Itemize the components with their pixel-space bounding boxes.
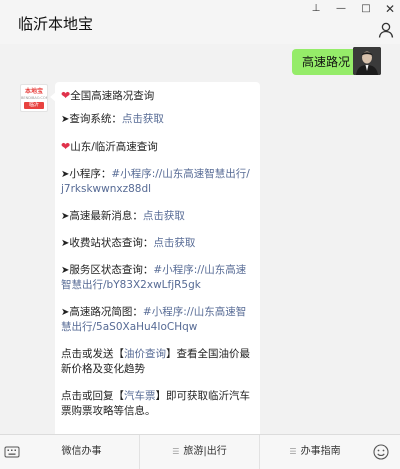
bottom-menu: 微信办事 ☰ 旅游|出行 ☰ 办事指南 xyxy=(0,434,400,469)
keyboard-icon[interactable] xyxy=(0,435,24,469)
line-label: 小程序： xyxy=(69,168,112,180)
link-query-system[interactable]: 点击获取 xyxy=(122,113,164,125)
link-bus-ticket[interactable]: 汽车票 xyxy=(124,390,156,402)
logo-badge: 临沂 xyxy=(24,102,44,109)
message-line: ❤全国高速路况查询 xyxy=(61,88,252,104)
link-oil-price[interactable]: 油价查询 xyxy=(124,348,166,360)
message-line: 点击或回复【汽车票】即可获取临沂汽车票购票攻略等信息。 xyxy=(61,389,252,419)
link-toll-status[interactable]: 点击获取 xyxy=(153,237,195,249)
submenu-icon: ☰ xyxy=(289,447,297,456)
menu-guide[interactable]: ☰ 办事指南 xyxy=(259,435,370,469)
link-latest-news[interactable]: 点击获取 xyxy=(143,210,185,222)
message-line: ➤高速路况简图：#小程序://山东高速智慧出行/5aS0XaHu4IoCHqw xyxy=(61,305,252,335)
menu-label: 旅游|出行 xyxy=(183,446,227,457)
line-label: 高速最新消息： xyxy=(69,210,143,222)
menu-label: 微信办事 xyxy=(61,446,102,457)
close-icon[interactable]: ✕ xyxy=(379,2,400,16)
line-label: 收费站状态查询： xyxy=(69,237,154,249)
user-avatar-image xyxy=(353,47,381,75)
line-label: 高速路况简图： xyxy=(69,306,143,318)
menu-wechat-service[interactable]: 微信办事 xyxy=(24,435,139,469)
app-title: 临沂本地宝 xyxy=(18,15,94,33)
message-line: ➤服务区状态查询：#小程序://山东高速智慧出行/bY83X2xwLfjR5gk xyxy=(61,263,252,293)
line-text: 点击或发送【 xyxy=(61,348,124,360)
message-line: ❤山东/临沂高速查询 xyxy=(61,139,252,155)
line-text: 山东/临沂高速查询 xyxy=(70,141,158,153)
user-avatar[interactable] xyxy=(353,47,381,75)
minimize-icon[interactable]: — xyxy=(330,2,352,16)
message-line: ➤小程序：#小程序://山东高速智慧出行/j7rkskwwnxz88dl xyxy=(61,167,252,197)
incoming-message: ❤全国高速路况查询 ➤查询系统：点击获取 ❤山东/临沂高速查询 ➤小程序：#小程… xyxy=(50,82,260,460)
bot-avatar[interactable]: 本地宝 BENDIBAO.COM 临沂 xyxy=(20,84,48,112)
outgoing-message[interactable]: 高速路况 xyxy=(292,49,366,75)
heart-icon: ❤ xyxy=(61,140,71,153)
message-line: ➤查询系统：点击获取 xyxy=(61,112,252,127)
message-line: ➤高速最新消息：点击获取 xyxy=(61,209,252,224)
maximize-icon[interactable]: □ xyxy=(355,2,377,16)
heart-icon: ❤ xyxy=(61,89,71,102)
line-text: 全国高速路况查询 xyxy=(70,90,155,102)
emoji-icon[interactable] xyxy=(372,443,390,461)
chat-area: 高速路况 本地宝 BENDIBAO.COM 临沂 ❤全国高速路况查询 ➤查询系统… xyxy=(0,44,400,460)
submenu-icon: ☰ xyxy=(172,447,180,456)
line-label: 查询系统： xyxy=(69,113,122,125)
menu-label: 办事指南 xyxy=(300,446,341,457)
pin-icon[interactable]: ⊥ xyxy=(305,2,327,16)
logo-subtext: BENDIBAO.COM xyxy=(21,96,48,100)
message-line: ➤收费站状态查询：点击获取 xyxy=(61,236,252,251)
person-icon[interactable] xyxy=(377,21,395,39)
message-line: 点击或发送【油价查询】查看全国油价最新价格及变化趋势 xyxy=(61,347,252,377)
line-label: 服务区状态查询： xyxy=(69,264,154,276)
line-text: 点击或回复【 xyxy=(61,390,124,402)
logo-text: 本地宝 xyxy=(24,88,43,95)
title-bar: 临沂本地宝 ⊥ — □ ✕ xyxy=(0,0,400,44)
menu-travel[interactable]: ☰ 旅游|出行 xyxy=(139,435,259,469)
